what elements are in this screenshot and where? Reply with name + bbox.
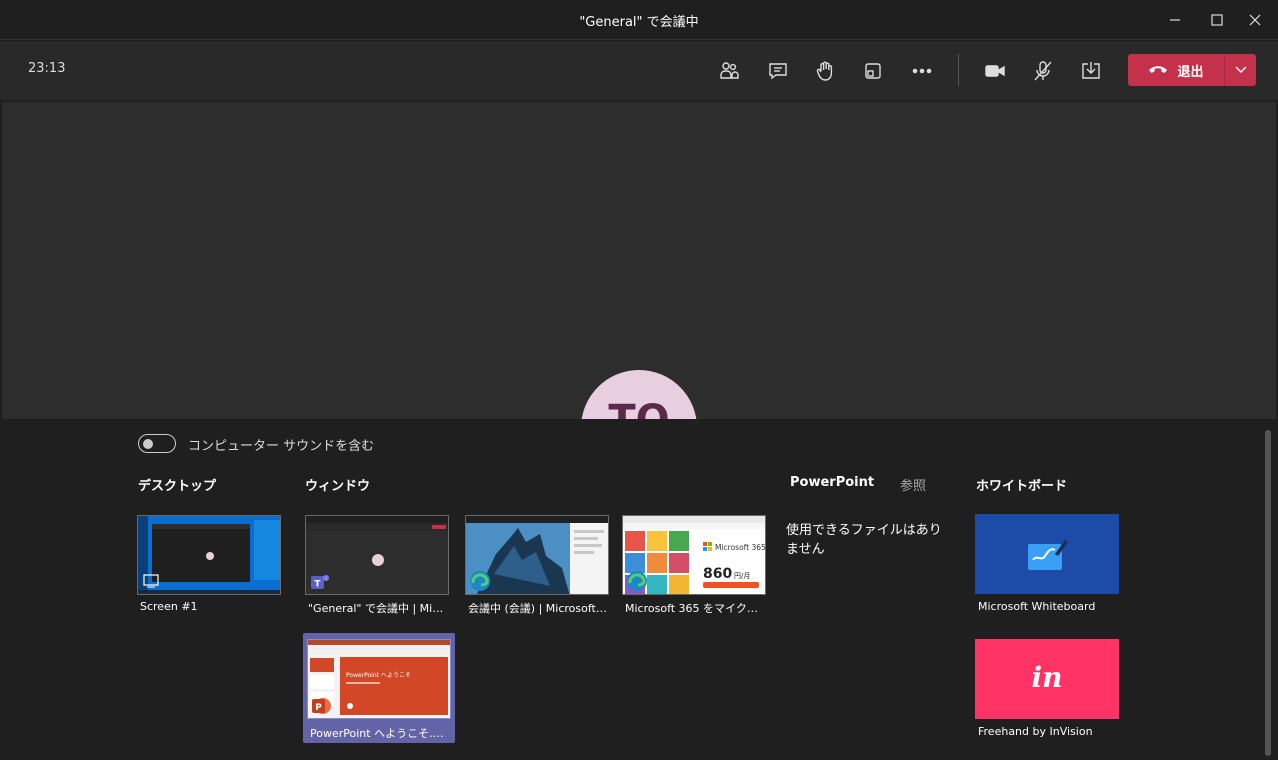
invision-label: Freehand by InVision <box>978 725 1093 738</box>
window-tile-teams-general[interactable]: T "General" で会議中 | Microsoft Teams <box>305 515 449 615</box>
meeting-timer: 23:13 <box>28 61 66 76</box>
screen-1-thumbnail <box>137 515 281 595</box>
ms365-label: Microsoft 365 をマイクロソフト <box>625 602 765 615</box>
whiteboard-app-icon <box>1028 540 1068 570</box>
phone-hangup-icon <box>1149 66 1168 73</box>
whiteboard-label: Microsoft Whiteboard <box>978 600 1096 613</box>
share-tray-icon <box>1082 62 1100 79</box>
meeting-stage: TO <box>2 102 1276 419</box>
section-desktop-title: デスクトップ <box>138 479 217 494</box>
chevron-down-icon <box>1235 66 1246 73</box>
tray-scrollbar[interactable] <box>1265 430 1271 756</box>
participants-button[interactable] <box>714 56 744 86</box>
participant-avatar: TO <box>581 370 697 419</box>
section-window-title: ウィンドウ <box>305 479 371 494</box>
powerpoint-empty-message: 使用できるファイルはありません <box>786 523 942 557</box>
leave-button[interactable]: 退出 <box>1128 54 1224 86</box>
teams-general-label: "General" で会議中 | Microsoft Teams <box>308 602 448 615</box>
invision-logo: in <box>1031 661 1063 694</box>
window-tile-powerpoint[interactable]: PowerPoint へようこそ P PowerPoint へようこそ.pptx <box>307 639 451 740</box>
share-tray: コンピューター サウンドを含む デスクトップ ウィンドウ PowerPoint … <box>2 419 1276 758</box>
window-tile-ms365[interactable]: Microsoft 365 860 円/月 Microsoft 365 をマイク… <box>622 515 766 615</box>
share-screen-icon <box>143 574 159 588</box>
rooms-icon <box>865 63 881 79</box>
meeting-toolbar: 23:13 退出 <box>0 41 1278 101</box>
raise-hand-button[interactable] <box>810 56 840 86</box>
teams-meeting-thumbnail <box>465 515 609 595</box>
minimize-button[interactable] <box>1162 8 1188 32</box>
powerpoint-label: PowerPoint へようこそ.pptx <box>310 727 450 740</box>
share-content-button[interactable] <box>1076 56 1106 86</box>
computer-sound-label: コンピューター サウンドを含む <box>188 439 375 454</box>
whiteboard-tile-invision[interactable]: in Freehand by InVision <box>975 639 1119 739</box>
ms365-unit-text: 円/月 <box>734 572 750 580</box>
mic-muted-icon <box>1034 61 1052 81</box>
chat-icon <box>769 63 787 80</box>
screen-1-label: Screen #1 <box>140 600 198 613</box>
whiteboard-tile-microsoft[interactable]: Microsoft Whiteboard <box>975 514 1119 614</box>
edge-app-icon <box>470 571 490 591</box>
close-button[interactable] <box>1242 8 1268 32</box>
leave-control: 退出 <box>1128 54 1256 86</box>
camera-icon <box>985 65 1005 77</box>
title-bar: "General" で会議中 <box>0 0 1278 40</box>
mic-button[interactable] <box>1028 56 1058 86</box>
ppt-slide-title: PowerPoint へようこそ <box>346 672 411 679</box>
breakout-rooms-button[interactable] <box>858 56 888 86</box>
more-icon <box>912 68 932 74</box>
section-whiteboard-title: ホワイトボード <box>976 479 1068 494</box>
maximize-icon <box>1211 14 1223 26</box>
maximize-button[interactable] <box>1204 8 1230 32</box>
window-tile-teams-meeting[interactable]: 会議中 (会議) | Microsoft Teams <box>465 515 609 615</box>
svg-text:P: P <box>315 703 322 713</box>
leave-label: 退出 <box>1177 64 1204 80</box>
svg-text:T: T <box>314 580 321 590</box>
teams-meeting-label: 会議中 (会議) | Microsoft Teams <box>468 602 608 615</box>
ms365-price-text: 860 <box>703 566 732 582</box>
people-icon <box>720 62 739 79</box>
window-title: "General" で会議中 <box>579 15 699 30</box>
toolbar-divider <box>958 54 959 86</box>
chat-button[interactable] <box>763 56 793 86</box>
teams-app-icon: T <box>311 575 329 590</box>
raise-hand-icon <box>816 61 833 81</box>
powerpoint-app-icon: P <box>312 698 331 714</box>
browse-link[interactable]: 参照 <box>900 475 926 494</box>
section-powerpoint-title: PowerPoint <box>790 475 875 490</box>
teams-general-thumbnail: T <box>305 515 449 595</box>
ms365-brand-text: Microsoft 365 <box>715 543 766 552</box>
close-icon <box>1249 14 1261 26</box>
camera-button[interactable] <box>980 56 1010 86</box>
toggle-knob <box>143 438 153 449</box>
ms365-thumbnail: Microsoft 365 860 円/月 <box>622 515 766 595</box>
minimize-icon <box>1170 19 1180 21</box>
powerpoint-thumbnail: PowerPoint へようこそ P <box>307 639 451 719</box>
more-actions-button[interactable] <box>907 56 937 86</box>
leave-options-button[interactable] <box>1225 54 1256 86</box>
screen-1-tile[interactable]: Screen #1 <box>137 515 281 615</box>
invision-thumbnail: in <box>975 639 1119 719</box>
whiteboard-thumbnail <box>975 514 1119 594</box>
edge-app-icon <box>627 571 647 591</box>
computer-sound-toggle[interactable] <box>138 434 176 453</box>
